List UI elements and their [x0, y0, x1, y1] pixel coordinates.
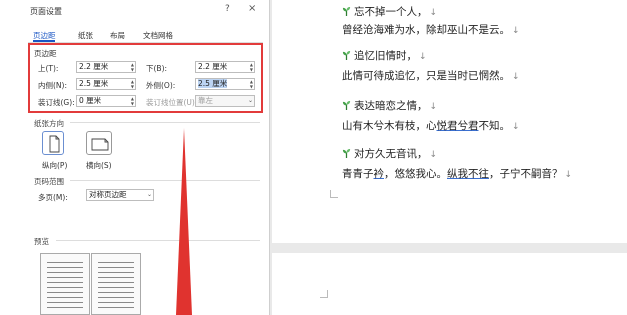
preview-page-right: [91, 253, 141, 315]
inside-margin-input[interactable]: 2.5 厘米 ▲ ▼: [76, 78, 136, 90]
gutter-position-label: 装订线位置(U):: [146, 98, 198, 107]
chevron-down-icon: ⌄: [247, 97, 253, 104]
spin-arrows-icon[interactable]: ▲ ▼: [250, 62, 253, 72]
landscape-button[interactable]: [86, 131, 112, 155]
bottom-margin-label: 下(B):: [146, 64, 168, 73]
dialog-title: 页面设置: [30, 7, 62, 16]
seedling-icon: [342, 101, 351, 110]
top-margin-input[interactable]: 2.2 厘米 ▲ ▼: [76, 61, 136, 73]
landscape-page-icon: [91, 138, 109, 151]
outside-margin-label: 外侧(O):: [146, 81, 176, 90]
doc-line-2: 曾经沧海难为水，除却巫山不是云。 ↓: [342, 24, 520, 36]
document-page-2[interactable]: [272, 253, 627, 315]
close-button[interactable]: ×: [248, 3, 256, 14]
gutter-input[interactable]: 0 厘米 ▲ ▼: [76, 95, 136, 107]
page-setup-dialog: 页面设置 ? × 页边距 纸张 布局 文档网格 页边距 上(T): 2.2 厘米…: [0, 0, 270, 315]
portrait-page-icon: [49, 135, 60, 153]
seedling-icon: [342, 149, 351, 158]
gutter-label: 装订线(G):: [38, 98, 75, 107]
margins-section-label: 页边距: [34, 49, 57, 58]
top-margin-label: 上(T):: [38, 64, 59, 73]
multiple-pages-label: 多页(M):: [38, 193, 68, 202]
seedling-icon: [342, 7, 351, 16]
chevron-down-icon[interactable]: ⌄: [147, 192, 152, 198]
doc-line-8: 青青子衿，悠悠我心。纵我不往，子宁不嗣音？ ↓: [342, 168, 573, 180]
outside-margin-input[interactable]: 2.5 厘米 ▲ ▼: [195, 78, 255, 90]
portrait-label[interactable]: 纵向(P): [42, 160, 67, 171]
doc-line-7: 对方久无音讯， ↓: [342, 146, 437, 161]
red-arrow-annotation: [176, 128, 192, 315]
spin-arrows-icon[interactable]: ▲ ▼: [250, 79, 253, 89]
page-corner-mark: [330, 190, 338, 198]
tab-layout[interactable]: 布局: [110, 30, 125, 41]
pages-section-label: 页码范围: [34, 177, 64, 186]
orientation-divider: [70, 122, 260, 123]
bottom-margin-input[interactable]: 2.2 厘米 ▲ ▼: [195, 61, 255, 73]
tab-doc-grid[interactable]: 文档网格: [143, 30, 173, 41]
preview-section-label: 预览: [34, 237, 49, 246]
doc-line-5: 表达暗恋之情， ↓: [342, 98, 437, 113]
doc-line-4: 此情可待成追忆，只是当时已惘然。 ↓: [342, 70, 520, 82]
orientation-section-label: 纸张方向: [34, 119, 64, 128]
page-corner-mark: [320, 290, 328, 298]
doc-line-3: 追忆旧情时， ↓: [342, 48, 427, 63]
doc-line-6: 山有木兮木有枝，心悦君兮君不知。 ↓: [342, 120, 520, 132]
doc-line-1: 忘不掉一个人， ↓: [342, 4, 437, 19]
pages-divider: [70, 180, 260, 181]
preview-divider: [56, 240, 260, 241]
spin-arrows-icon[interactable]: ▲ ▼: [131, 62, 134, 72]
tab-paper[interactable]: 纸张: [78, 30, 93, 41]
help-button[interactable]: ?: [225, 4, 230, 14]
gutter-position-select: 靠左 ⌄: [195, 95, 255, 107]
multiple-pages-select[interactable]: 对称页边距 ⌄: [86, 189, 154, 201]
preview-page-left: [40, 253, 90, 315]
spin-arrows-icon[interactable]: ▲ ▼: [131, 96, 134, 106]
portrait-button[interactable]: [42, 131, 64, 155]
landscape-label[interactable]: 横向(S): [86, 160, 112, 171]
inside-margin-label: 内侧(N):: [38, 81, 67, 90]
seedling-icon: [342, 51, 351, 60]
spin-arrows-icon[interactable]: ▲ ▼: [131, 79, 134, 89]
